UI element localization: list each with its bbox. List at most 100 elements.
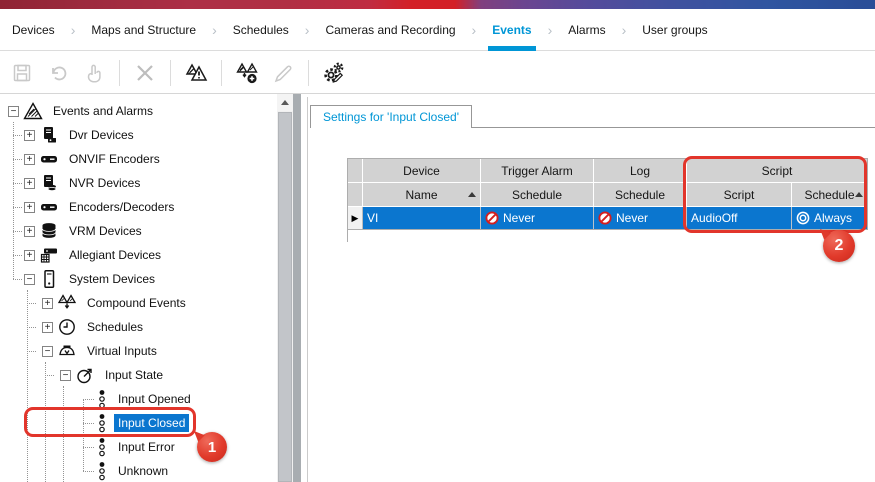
add-compound-event-icon <box>235 61 259 85</box>
tree-item-events-and-alarms[interactable]: Events and Alarms <box>0 99 277 123</box>
edit-button[interactable] <box>269 59 297 87</box>
tree-item-label: Events and Alarms <box>49 102 157 120</box>
tree-item-label: Schedules <box>83 318 147 336</box>
encoder-icon <box>39 197 59 217</box>
compound-events-icon <box>57 293 77 313</box>
add-event-icon <box>184 61 208 85</box>
tree-item-label: ONVIF Encoders <box>65 150 164 168</box>
input-state-icon <box>75 365 95 385</box>
state-dots-icon <box>96 461 108 481</box>
group-header-device[interactable]: Device <box>363 159 481 183</box>
tab-settings-input-closed[interactable]: Settings for 'Input Closed' <box>310 105 472 128</box>
breadcrumb-item-maps-and-structure[interactable]: Maps and Structure <box>89 19 198 41</box>
sort-ascending-icon <box>468 192 476 197</box>
tree-item-compound-events[interactable]: Compound Events <box>0 291 277 315</box>
script-editor-icon <box>321 60 347 86</box>
manual-commit-icon <box>83 62 105 84</box>
state-dots-icon <box>96 389 108 409</box>
add-compound-event-button[interactable] <box>233 59 261 87</box>
tree-item-unknown[interactable]: Unknown <box>0 459 277 482</box>
cell-device-name[interactable]: VI <box>363 207 481 229</box>
edit-icon <box>272 62 294 84</box>
column-header-trigger-schedule[interactable]: Schedule <box>481 183 594 207</box>
row-selector-cell[interactable]: ▶ <box>348 207 363 229</box>
tree-item-allegiant-devices[interactable]: Allegiant Devices <box>0 243 277 267</box>
never-icon <box>485 211 499 225</box>
collapse-icon[interactable] <box>24 274 35 285</box>
manual-commit-button[interactable] <box>80 59 108 87</box>
column-header-log-schedule[interactable]: Schedule <box>594 183 687 207</box>
expand-icon[interactable] <box>24 202 35 213</box>
state-dots-icon <box>96 437 108 457</box>
scrollbar-up-button[interactable] <box>277 94 293 111</box>
panel-splitter[interactable] <box>293 94 301 482</box>
group-header-log[interactable]: Log <box>594 159 687 183</box>
cell-trigger-schedule[interactable]: Never <box>481 207 594 229</box>
group-header-trigger-alarm[interactable]: Trigger Alarm <box>481 159 594 183</box>
never-icon <box>598 211 612 225</box>
expand-icon[interactable] <box>42 298 53 309</box>
tree-item-virtual-inputs[interactable]: Virtual Inputs <box>0 339 277 363</box>
tree-item-nvr-devices[interactable]: NVR Devices <box>0 171 277 195</box>
delete-button[interactable] <box>131 59 159 87</box>
breadcrumb-item-alarms[interactable]: Alarms <box>566 19 607 41</box>
collapse-icon[interactable] <box>60 370 71 381</box>
tree-item-label: Input State <box>101 366 167 384</box>
scrollbar-thumb[interactable] <box>278 112 292 482</box>
breadcrumb-item-user-groups[interactable]: User groups <box>640 19 709 41</box>
settings-panel: Settings for 'Input Closed' Device Trigg… <box>301 94 875 482</box>
tree-item-vrm-devices[interactable]: VRM Devices <box>0 219 277 243</box>
tab-strip-line <box>466 127 875 128</box>
undo-button[interactable] <box>44 59 72 87</box>
table-new-row-edge <box>347 229 348 242</box>
main-area: Events and Alarms Dvr Devices <box>0 94 875 482</box>
tree-scrollbar[interactable] <box>277 94 293 482</box>
script-editor-button[interactable] <box>320 59 348 87</box>
breadcrumb-item-events[interactable]: Events <box>490 19 533 41</box>
panel-left-border <box>307 97 308 482</box>
expand-icon[interactable] <box>24 130 35 141</box>
tree-item-schedules[interactable]: Schedules <box>0 315 277 339</box>
tree-item-label: System Devices <box>65 270 159 288</box>
expand-icon[interactable] <box>24 154 35 165</box>
cell-text: Never <box>616 211 648 225</box>
arrow-up-icon <box>281 100 289 105</box>
events-alarms-icon <box>23 101 43 121</box>
tree-item-encoders-decoders[interactable]: Encoders/Decoders <box>0 195 277 219</box>
breadcrumb-item-devices[interactable]: Devices <box>10 19 57 41</box>
collapse-icon[interactable] <box>8 106 19 117</box>
chevron-right-icon: › <box>212 23 217 37</box>
nvr-device-icon <box>39 173 59 193</box>
tree-item-label: Input Error <box>114 438 179 456</box>
toolbar-separator <box>221 60 222 86</box>
annotation-badge-1: 1 <box>197 432 227 462</box>
tree-item-dvr-devices[interactable]: Dvr Devices <box>0 123 277 147</box>
expand-icon[interactable] <box>24 226 35 237</box>
clock-icon <box>57 317 77 337</box>
toolbar <box>0 52 875 94</box>
tree-item-input-state[interactable]: Input State <box>0 363 277 387</box>
tree-item-input-error[interactable]: Input Error <box>0 435 277 459</box>
vrm-device-icon <box>39 221 59 241</box>
tree-item-label: VRM Devices <box>65 222 146 240</box>
tree-item-onvif-encoders[interactable]: ONVIF Encoders <box>0 147 277 171</box>
allegiant-icon <box>39 245 59 265</box>
collapse-icon[interactable] <box>42 346 53 357</box>
undo-icon <box>47 62 69 84</box>
tree-item-label: Dvr Devices <box>65 126 138 144</box>
system-device-icon <box>39 269 59 289</box>
dvr-device-icon <box>39 125 59 145</box>
table-corner-cell <box>348 159 363 183</box>
expand-icon[interactable] <box>24 178 35 189</box>
cell-log-schedule[interactable]: Never <box>594 207 687 229</box>
add-event-button[interactable] <box>182 59 210 87</box>
breadcrumb: Devices › Maps and Structure › Schedules… <box>0 9 875 51</box>
encoder-icon <box>39 149 59 169</box>
column-header-name[interactable]: Name <box>363 183 481 207</box>
expand-icon[interactable] <box>42 322 53 333</box>
save-button[interactable] <box>8 59 36 87</box>
tree-item-system-devices[interactable]: System Devices <box>0 267 277 291</box>
breadcrumb-item-cameras-and-recording[interactable]: Cameras and Recording <box>323 19 457 41</box>
expand-icon[interactable] <box>24 250 35 261</box>
breadcrumb-item-schedules[interactable]: Schedules <box>231 19 291 41</box>
